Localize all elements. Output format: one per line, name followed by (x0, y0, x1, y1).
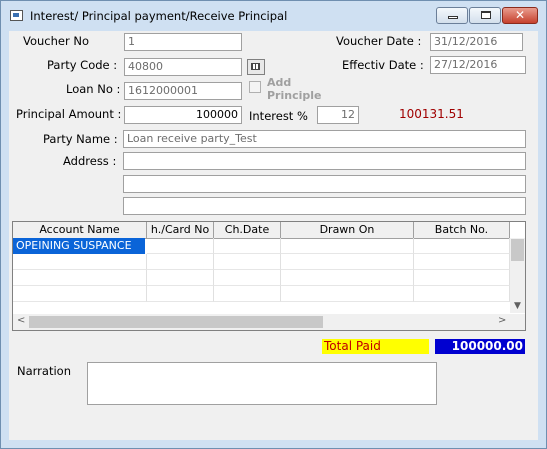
table-row[interactable] (13, 270, 510, 286)
address-label: Address : (63, 154, 117, 168)
principal-amount-label: Principal Amount : (16, 107, 122, 121)
table-cell[interactable] (414, 254, 510, 270)
column-header[interactable]: Account Name (13, 222, 147, 238)
close-button[interactable]: ✕ (502, 7, 538, 24)
maximize-button[interactable] (469, 7, 501, 24)
form-body: Voucher No 1 Voucher Date : 31/12/2016 P… (9, 31, 538, 440)
table-row[interactable] (13, 254, 510, 270)
voucher-date-label: Voucher Date : (336, 34, 422, 48)
payment-grid[interactable]: Account Name h./Card No Ch.Date Drawn On… (12, 221, 526, 331)
grid-horizontal-scrollbar[interactable]: < > (13, 314, 510, 330)
party-code-field[interactable]: 40800 (124, 58, 242, 76)
scroll-right-icon[interactable]: > (498, 315, 506, 326)
table-cell[interactable] (414, 238, 510, 254)
table-cell[interactable] (147, 254, 214, 270)
principal-amount-field[interactable]: 100000 (124, 106, 242, 124)
column-header[interactable]: h./Card No (147, 222, 214, 238)
table-cell[interactable] (13, 286, 147, 302)
table-cell[interactable] (414, 270, 510, 286)
column-header[interactable]: Drawn On (281, 222, 414, 238)
voucher-date-field[interactable]: 31/12/2016 (430, 33, 523, 51)
table-cell[interactable] (414, 286, 510, 302)
add-principle-label-line2: Principle (267, 89, 322, 102)
table-cell[interactable] (281, 254, 414, 270)
address-line-1[interactable] (123, 152, 526, 170)
horizontal-scroll-thumb[interactable] (29, 316, 323, 328)
table-cell[interactable] (214, 238, 281, 254)
grid-vertical-scrollbar[interactable]: ▼ (510, 238, 525, 313)
table-row[interactable] (13, 286, 510, 302)
grid-header: Account Name h./Card No Ch.Date Drawn On… (13, 222, 510, 239)
add-principle-label: Add Principle (267, 76, 321, 102)
minimize-button[interactable] (436, 7, 468, 24)
table-cell[interactable] (281, 270, 414, 286)
computed-amount: 100131.51 (399, 107, 464, 121)
effectiv-date-label: Effectiv Date : (342, 58, 424, 72)
table-cell[interactable] (147, 286, 214, 302)
close-icon: ✕ (514, 8, 526, 22)
total-paid-value: 100000.00 (435, 339, 525, 354)
scroll-left-icon[interactable]: < (17, 315, 25, 326)
table-cell[interactable] (214, 270, 281, 286)
party-lookup-button[interactable] (247, 59, 265, 75)
column-header[interactable]: Ch.Date (214, 222, 281, 238)
table-cell[interactable] (147, 238, 214, 254)
party-name-field[interactable]: Loan receive party_Test (123, 130, 526, 148)
address-line-3[interactable] (123, 197, 526, 215)
table-cell[interactable] (13, 270, 147, 286)
vertical-scroll-thumb[interactable] (511, 239, 524, 261)
address-line-2[interactable] (123, 175, 526, 193)
total-paid-label: Total Paid (322, 339, 429, 354)
add-principle-checkbox[interactable] (249, 81, 261, 93)
interest-pct-label: Interest % (249, 109, 308, 123)
effectiv-date-field[interactable]: 27/12/2016 (430, 56, 526, 74)
party-code-label: Party Code : (47, 58, 118, 72)
table-cell[interactable] (214, 286, 281, 302)
table-row[interactable]: OPEINING SUSPANCE (13, 238, 510, 254)
voucher-no-label: Voucher No (23, 34, 90, 48)
table-cell[interactable] (281, 286, 414, 302)
app-icon[interactable] (10, 10, 23, 21)
voucher-no-field[interactable]: 1 (124, 33, 242, 51)
narration-label: Narration (17, 364, 71, 378)
interest-pct-field[interactable]: 12 (317, 106, 359, 124)
table-cell[interactable]: OPEINING SUSPANCE (13, 238, 145, 254)
window-title: Interest/ Principal payment/Receive Prin… (30, 9, 288, 23)
scrollbar-corner (510, 314, 525, 330)
narration-input[interactable] (87, 362, 437, 405)
maximize-icon (470, 8, 500, 23)
table-cell[interactable] (147, 270, 214, 286)
table-cell[interactable] (13, 254, 147, 270)
table-cell[interactable] (281, 238, 414, 254)
column-header[interactable]: Batch No. (414, 222, 510, 238)
loan-no-field[interactable]: 1612000001 (124, 82, 242, 100)
scroll-down-icon[interactable]: ▼ (510, 301, 525, 311)
add-principle-label-line1: Add (267, 76, 292, 89)
app-window: Interest/ Principal payment/Receive Prin… (0, 0, 547, 449)
party-name-label: Party Name : (43, 132, 118, 146)
table-cell[interactable] (214, 254, 281, 270)
minimize-icon (437, 8, 467, 23)
title-bar[interactable]: Interest/ Principal payment/Receive Prin… (1, 1, 546, 31)
loan-no-label: Loan No : (66, 82, 121, 96)
